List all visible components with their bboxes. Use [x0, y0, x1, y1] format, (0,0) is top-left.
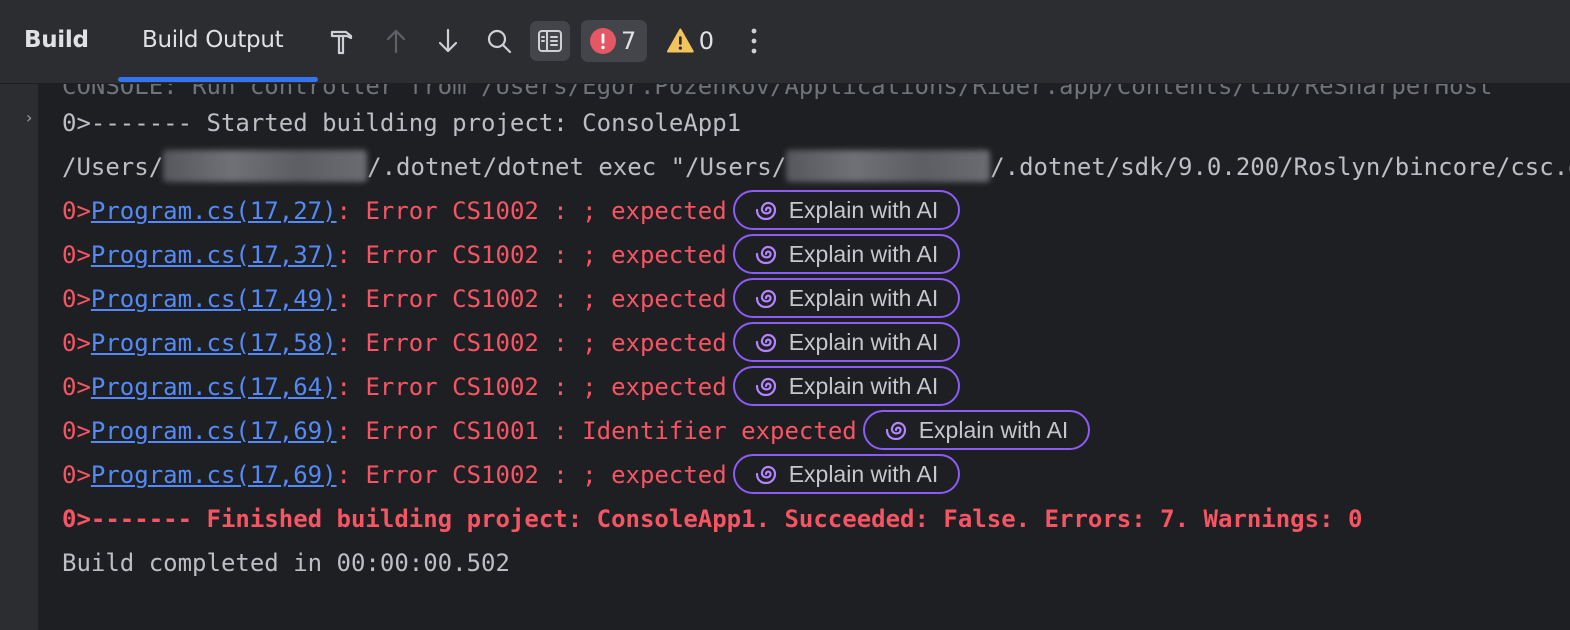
ai-swirl-icon [755, 245, 776, 265]
ai-swirl-icon [755, 465, 776, 485]
ai-swirl-icon [755, 333, 776, 353]
explain-with-ai-button[interactable]: Explain with AI [862, 410, 1091, 450]
error-message: : Error CS1002 : ; expected [336, 329, 727, 357]
collapse-chevron-icon[interactable]: › [26, 108, 32, 127]
error-message: : Error CS1001 : Identifier expected [336, 417, 857, 445]
line-prefix: 0> [62, 241, 91, 269]
line-prefix: 0> [62, 417, 91, 445]
console-line-error: 0>Program.cs(17,69): Error CS1002 : ; ex… [62, 453, 961, 497]
left-gutter: › [0, 84, 38, 630]
line-prefix: 0> [62, 197, 91, 225]
file-link[interactable]: Program.cs(17,69) [91, 417, 337, 445]
redacted-username [163, 150, 368, 182]
search-icon[interactable] [479, 21, 519, 61]
explain-with-ai-button[interactable]: Explain with AI [732, 278, 961, 318]
arrow-up-icon[interactable] [376, 21, 416, 61]
console-line-exec: /Users/ /.dotnet/dotnet exec "/Users/ /.do… [62, 145, 1570, 189]
console-line-error: 0>Program.cs(17,49): Error CS1002 : ; ex… [62, 277, 961, 321]
file-link[interactable]: Program.cs(17,69) [91, 461, 337, 489]
ai-swirl-icon [755, 201, 776, 221]
console-line-started: 0>------- Started building project: Cons… [62, 109, 742, 137]
explain-with-ai-label: Explain with AI [788, 285, 939, 311]
tool-window-title: Build [24, 27, 89, 53]
error-message: : Error CS1002 : ; expected [336, 241, 727, 269]
error-message: : Error CS1002 : ; expected [336, 461, 727, 489]
explain-with-ai-button[interactable]: Explain with AI [732, 190, 961, 230]
file-link[interactable]: Program.cs(17,58) [91, 329, 337, 357]
line-prefix: 0> [62, 285, 91, 313]
explain-with-ai-label: Explain with AI [788, 197, 939, 223]
explain-with-ai-button[interactable]: Explain with AI [732, 234, 961, 274]
ai-swirl-icon [755, 289, 776, 309]
build-output-console[interactable]: CONSOLE: Run controller from /Users/Egor… [38, 84, 1570, 630]
console-line-error: 0>Program.cs(17,64): Error CS1002 : ; ex… [62, 365, 961, 409]
error-message: : Error CS1002 : ; expected [336, 197, 727, 225]
console-line-finished: 0>------- Finished building project: Con… [62, 505, 1363, 533]
hammer-icon[interactable] [322, 21, 362, 61]
ai-swirl-icon [885, 421, 906, 441]
explain-with-ai-label: Explain with AI [788, 241, 939, 267]
build-toolbar: Build Build Output 7 0 [0, 0, 1570, 84]
console-line-completed: Build completed in 00:00:00.502 [62, 549, 510, 577]
error-message: : Error CS1002 : ; expected [336, 285, 727, 313]
console-line-error: 0>Program.cs(17,27): Error CS1002 : ; ex… [62, 189, 961, 233]
exec-part-2: /.dotnet/dotnet exec "/Users/ [367, 153, 787, 181]
errors-filter-button[interactable]: 7 [581, 20, 647, 62]
line-prefix: 0> [62, 329, 91, 357]
console-line-error: 0>Program.cs(17,69): Error CS1001 : Iden… [62, 409, 1091, 453]
more-icon[interactable] [734, 21, 774, 61]
line-prefix: 0> [62, 373, 91, 401]
ai-swirl-icon [755, 377, 776, 397]
tab-build-output-label: Build Output [142, 27, 284, 53]
error-count: 7 [621, 27, 637, 55]
file-link[interactable]: Program.cs(17,49) [91, 285, 337, 313]
file-link[interactable]: Program.cs(17,64) [91, 373, 337, 401]
exec-part-1: /Users/ [62, 153, 164, 181]
warning-icon [666, 28, 694, 53]
exec-part-3: /.dotnet/sdk/9.0.200/Roslyn/bincore/csc.… [990, 153, 1570, 181]
explain-with-ai-button[interactable]: Explain with AI [732, 454, 961, 494]
explain-with-ai-button[interactable]: Explain with AI [732, 322, 961, 362]
explain-with-ai-button[interactable]: Explain with AI [732, 366, 961, 406]
warning-count: 0 [698, 27, 714, 55]
explain-with-ai-label: Explain with AI [918, 417, 1069, 443]
toggle-view-icon[interactable] [530, 21, 570, 61]
explain-with-ai-label: Explain with AI [788, 373, 939, 399]
error-icon [590, 28, 616, 54]
explain-with-ai-label: Explain with AI [788, 461, 939, 487]
tab-build-output[interactable]: Build Output [118, 0, 318, 84]
tab-selected-indicator [118, 77, 318, 82]
console-line-error: 0>Program.cs(17,37): Error CS1002 : ; ex… [62, 233, 961, 277]
console-line-error: 0>Program.cs(17,58): Error CS1002 : ; ex… [62, 321, 961, 365]
error-message: : Error CS1002 : ; expected [336, 373, 727, 401]
explain-with-ai-label: Explain with AI [788, 329, 939, 355]
file-link[interactable]: Program.cs(17,27) [91, 197, 337, 225]
line-prefix: 0> [62, 461, 91, 489]
warnings-filter-button[interactable]: 0 [658, 20, 722, 62]
redacted-username [786, 150, 991, 182]
file-link[interactable]: Program.cs(17,37) [91, 241, 337, 269]
arrow-down-icon[interactable] [428, 21, 468, 61]
